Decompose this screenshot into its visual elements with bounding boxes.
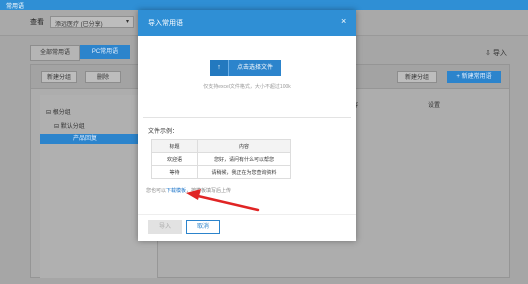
red-arrow-icon xyxy=(186,189,260,212)
